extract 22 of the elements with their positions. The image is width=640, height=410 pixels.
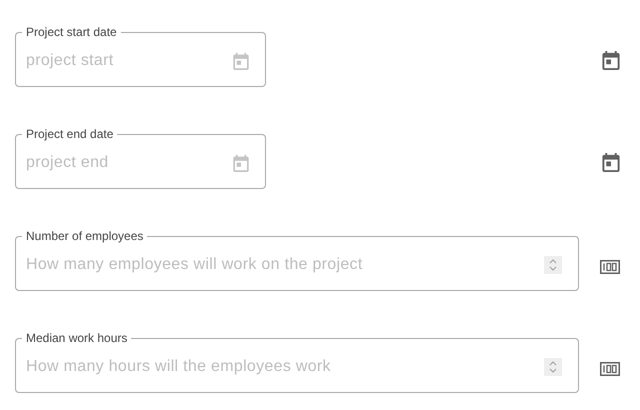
number-field[interactable]: Median work hours How many hours will the employees work xyxy=(15,331,579,393)
number-input[interactable]: How many employees will work on the project xyxy=(22,253,544,277)
field-label: Number of employees xyxy=(25,229,144,243)
date-field[interactable]: Project end date project end xyxy=(15,127,266,189)
chevron-up-down-icon xyxy=(548,360,558,374)
number-input[interactable]: How many hours will the employees work xyxy=(22,355,544,379)
field-label: Project end date xyxy=(25,127,114,141)
date-input[interactable]: project end xyxy=(22,151,233,175)
spinner-control[interactable] xyxy=(544,256,562,274)
number-field[interactable]: Number of employees How many employees will work on the project xyxy=(15,229,579,291)
counter-icon xyxy=(600,260,620,274)
spinner-control[interactable] xyxy=(544,358,562,376)
date-field[interactable]: Project start date project start xyxy=(15,25,266,87)
calendar-icon xyxy=(602,50,620,70)
calendar-icon xyxy=(233,52,249,70)
counter-icon xyxy=(600,362,620,376)
calendar-icon xyxy=(602,152,620,172)
field-label: Project start date xyxy=(25,25,118,39)
chevron-up-down-icon xyxy=(548,258,558,272)
calendar-icon xyxy=(233,154,249,172)
field-label: Median work hours xyxy=(25,331,128,345)
date-input[interactable]: project start xyxy=(22,49,233,73)
